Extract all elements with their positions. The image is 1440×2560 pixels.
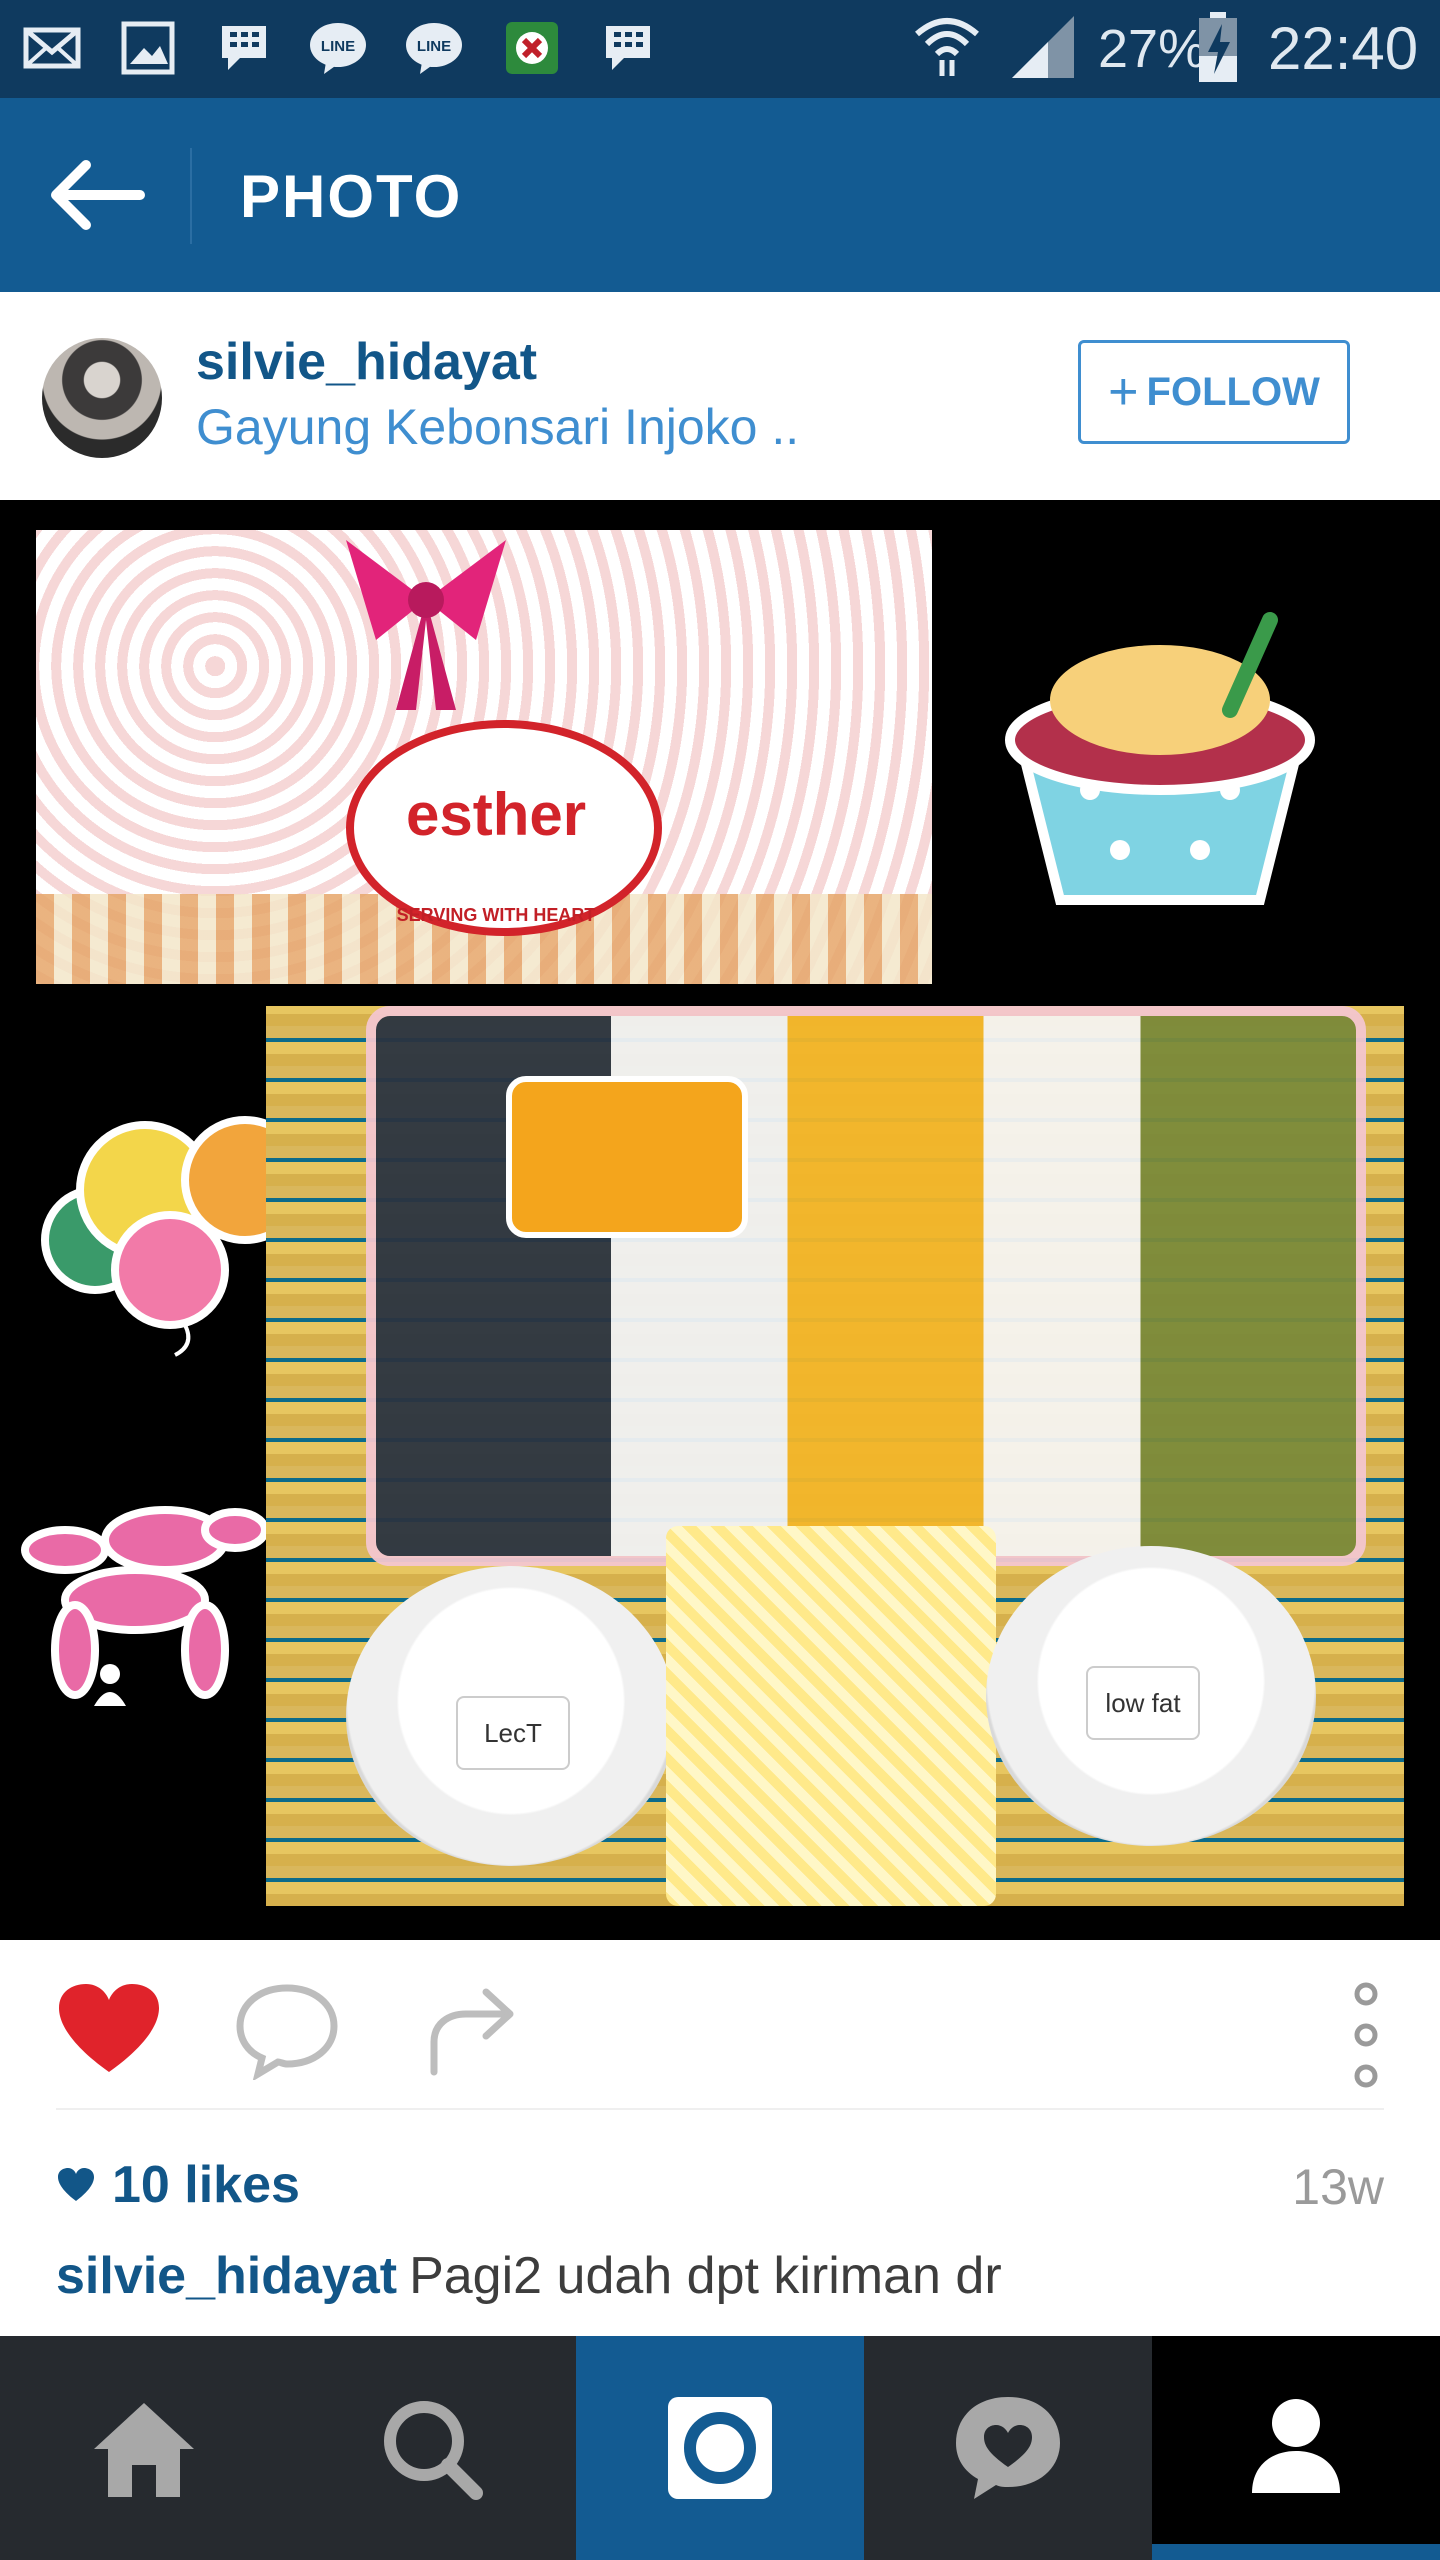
cheese-bag [666, 1526, 996, 1906]
active-tab-indicator [1152, 2544, 1440, 2560]
nav-camera[interactable] [576, 2336, 864, 2560]
share-icon[interactable] [420, 1980, 530, 2080]
mail-icon [23, 27, 81, 69]
cup-label-left: LecT [456, 1696, 570, 1770]
flag-app-icon [506, 22, 558, 74]
ribbon-bow [346, 540, 506, 710]
nav-search[interactable] [288, 2336, 576, 2560]
bbm-icon [606, 26, 650, 70]
cup-label-right: low fat [1086, 1666, 1200, 1740]
gallery-icon [121, 21, 175, 75]
post-location[interactable]: Gayung Kebonsari Injoko .. [196, 398, 799, 456]
profile-icon [1252, 2399, 1340, 2493]
activity-icon [956, 2397, 1060, 2499]
line-icon: LINE [406, 23, 462, 74]
bottom-navigation [0, 2336, 1440, 2560]
search-icon [384, 2401, 483, 2500]
back-arrow-icon[interactable] [40, 150, 150, 240]
clock: 22:40 [1268, 15, 1419, 82]
more-options-icon[interactable] [1336, 1980, 1396, 2090]
follow-label: FOLLOW [1146, 369, 1320, 414]
app-bar: PHOTO [0, 98, 1440, 292]
caption-text: Pagi2 udah dpt kiriman dr [409, 2247, 1002, 2305]
post-actions [0, 1940, 1440, 2110]
page-title: PHOTO [240, 163, 463, 230]
actions-divider [56, 2108, 1384, 2110]
post-caption: silvie_hidayat Pagi2 udah dpt kiriman dr [56, 2246, 1002, 2306]
app-bar-divider [190, 148, 192, 244]
small-heart-icon [58, 2168, 94, 2201]
nav-profile[interactable] [1152, 2336, 1440, 2560]
camera-icon [668, 2397, 772, 2499]
home-icon [94, 2403, 194, 2497]
esther-tagline: SERVING WITH HEART [396, 905, 596, 925]
tagged-people-icon[interactable] [90, 1660, 130, 1710]
post-username[interactable]: silvie_hidayat [196, 332, 537, 392]
balloon-dog-sticker [21, 1506, 269, 1699]
battery-percent: 27% [1098, 19, 1207, 79]
likes-label: 10 likes [112, 2156, 300, 2214]
avatar[interactable] [42, 338, 162, 458]
caption-username[interactable]: silvie_hidayat [56, 2247, 397, 2305]
svg-text:LINE: LINE [321, 38, 355, 55]
signal-icon [1012, 16, 1074, 78]
heart-icon[interactable] [54, 1980, 164, 2080]
nav-home[interactable] [0, 2336, 288, 2560]
svg-text:LINE: LINE [417, 38, 451, 55]
post-photo[interactable]: esther SERVING WITH HEART LecT low fat [0, 500, 1440, 1940]
nav-activity[interactable] [864, 2336, 1152, 2560]
salad-label-card [506, 1076, 748, 1238]
battery-charging-icon [1199, 12, 1237, 82]
comment-icon[interactable] [232, 1980, 342, 2080]
cupcake-sticker [1005, 612, 1315, 905]
post-header: silvie_hidayat Gayung Kebonsari Injoko .… [0, 292, 1440, 500]
bbm-icon [222, 26, 266, 70]
wifi-icon [915, 18, 979, 76]
gift-box-image: esther SERVING WITH HEART [36, 530, 932, 984]
follow-button[interactable]: + FOLLOW [1078, 340, 1350, 444]
plus-icon: + [1108, 363, 1139, 421]
esther-logo-text: esther [406, 781, 587, 848]
salad-image: LecT low fat [266, 1006, 1404, 1906]
post-timestamp: 13w [1292, 2159, 1384, 2215]
status-bar: LINE LINE 27% 22:40 [0, 0, 1440, 98]
line-icon: LINE [310, 23, 366, 74]
likes-count[interactable]: 10 likes [56, 2155, 300, 2215]
